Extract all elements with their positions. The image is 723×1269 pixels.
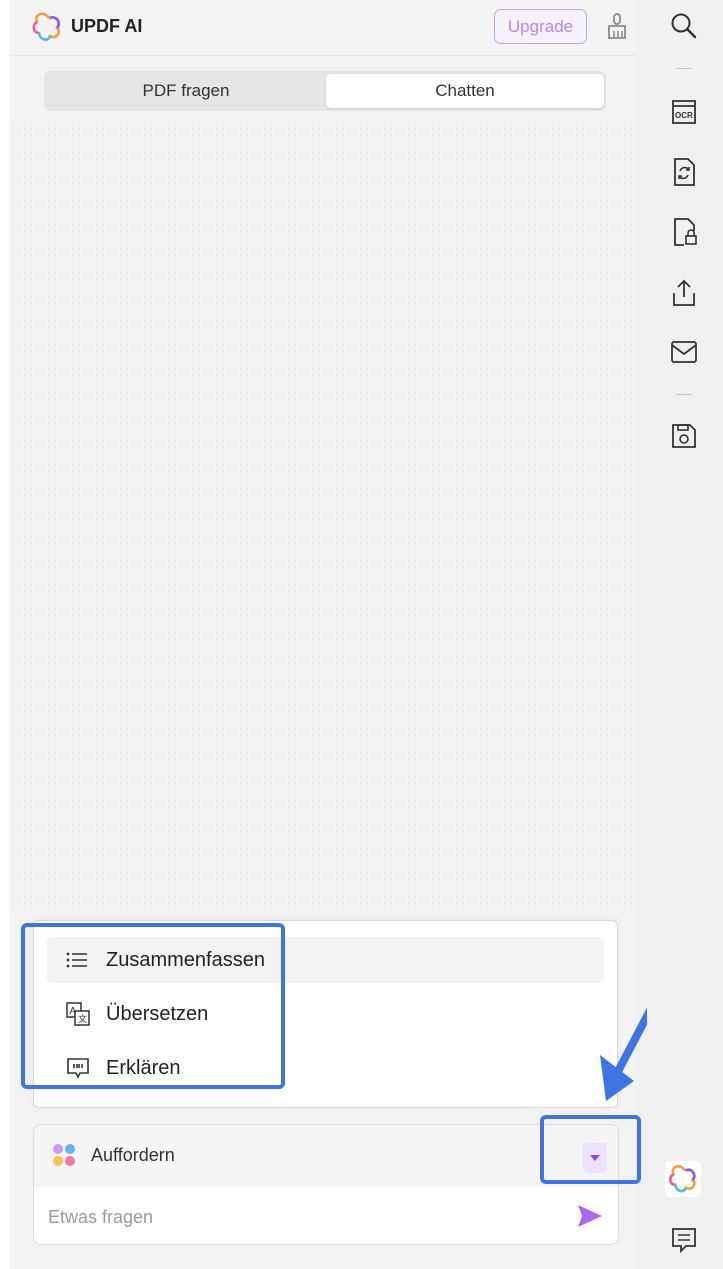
chat-input-box: Auffordern <box>33 1124 619 1245</box>
right-toolbar: OCR <box>647 0 723 1269</box>
comment-icon[interactable] <box>669 1225 699 1255</box>
prompt-selector[interactable]: Auffordern <box>34 1125 618 1187</box>
updf-logo-icon <box>32 12 61 41</box>
toolbar-divider <box>676 394 692 395</box>
ocr-icon[interactable]: OCR <box>669 97 699 127</box>
protect-icon[interactable] <box>669 217 699 247</box>
panel-header: UPDF AI Upgrade <box>10 0 636 56</box>
svg-text:OCR: OCR <box>675 111 693 120</box>
clear-brush-icon[interactable] <box>606 12 628 40</box>
chat-area <box>10 120 636 910</box>
upgrade-button[interactable]: Upgrade <box>494 9 587 44</box>
tab-chatten[interactable]: Chatten <box>326 74 604 108</box>
send-icon[interactable] <box>577 1204 603 1228</box>
annotation-highlight-dropdown <box>540 1115 641 1184</box>
save-icon[interactable] <box>669 421 699 451</box>
toolbar-divider <box>676 68 692 69</box>
updf-ai-icon <box>669 1165 696 1193</box>
share-icon[interactable] <box>669 278 699 308</box>
convert-icon[interactable] <box>669 157 699 187</box>
ask-input[interactable] <box>48 1203 558 1231</box>
search-icon[interactable] <box>669 11 699 41</box>
prompt-label: Auffordern <box>91 1145 175 1165</box>
mail-icon[interactable] <box>669 337 699 367</box>
prompt-dots-icon <box>53 1144 75 1166</box>
updf-ai-button[interactable] <box>665 1161 701 1197</box>
app-title: UPDF AI <box>71 16 143 36</box>
tab-pdf-fragen[interactable]: PDF fragen <box>47 74 325 108</box>
left-strip <box>0 0 10 1269</box>
annotation-highlight-menu <box>21 923 285 1089</box>
mode-tabs: PDF fragen Chatten <box>44 71 606 111</box>
